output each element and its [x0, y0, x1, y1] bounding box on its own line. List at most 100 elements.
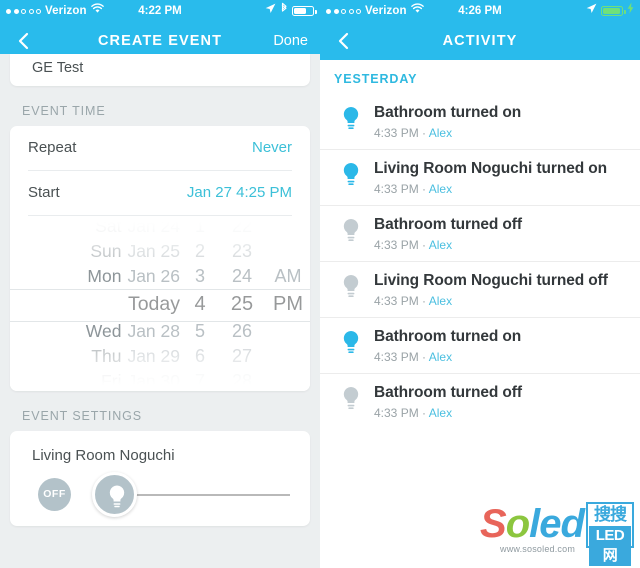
watermark-url: www.sosoled.com — [500, 544, 576, 554]
picker-column-hour[interactable]: 1 2 3 4 5 6 7 — [184, 216, 216, 391]
activity-title: Bathroom turned off — [374, 384, 522, 401]
activity-meta: 4:33 PM · Alex — [374, 238, 626, 252]
power-off-button[interactable]: OFF — [38, 478, 71, 511]
brightness-slider-knob[interactable] — [92, 472, 137, 517]
picker-selected-date[interactable]: Today — [20, 289, 180, 319]
picker-option-minute[interactable]: 26 — [222, 319, 262, 344]
watermark-wordmark: Soled — [480, 502, 585, 546]
lightbulb-icon — [340, 274, 362, 300]
activity-day-header: YESTERDAY — [334, 72, 418, 86]
picker-option-minute[interactable]: 28 — [222, 369, 262, 392]
picker-option-hour[interactable]: 2 — [184, 239, 216, 264]
list-item[interactable]: Bathroom turned off 4:33 PM · Alex — [320, 373, 640, 429]
activity-meta: 4:33 PM · Alex — [374, 406, 626, 420]
picker-option-hour[interactable]: 7 — [184, 369, 216, 392]
battery-fill — [603, 8, 620, 14]
repeat-label: Repeat — [28, 139, 77, 156]
datetime-picker[interactable]: Sat Jan 24 Sun Jan 25 Mon Jan 26 Today Wed J… — [10, 216, 310, 391]
activity-user[interactable]: Alex — [429, 350, 452, 364]
picker-option-date[interactable]: Wed Jan 28 — [20, 319, 180, 344]
picker-column-ampm[interactable]: AM PM — [266, 216, 310, 391]
picker-option-date[interactable]: Sat Jan 24 — [20, 216, 180, 239]
meta-separator: · — [418, 406, 429, 420]
page-title: ACTIVITY — [442, 33, 518, 49]
activity-user[interactable]: Alex — [429, 238, 452, 252]
picker-option-ampm[interactable] — [266, 319, 310, 343]
watermark-badge: 搜搜 LED网 — [586, 502, 634, 566]
picker-option-ampm[interactable] — [266, 367, 310, 391]
picker-option-hour[interactable]: 5 — [184, 319, 216, 344]
meta-separator: · — [418, 182, 429, 196]
activity-time: 4:33 PM — [374, 406, 419, 420]
lightbulb-icon — [109, 485, 125, 508]
activity-title: Living Room Noguchi turned off — [374, 272, 608, 289]
activity-time: 4:33 PM — [374, 238, 419, 252]
picker-option-date[interactable]: Mon Jan 26 — [20, 264, 180, 289]
list-item[interactable]: Bathroom turned on 4:33 PM · Alex — [320, 317, 640, 373]
activity-meta: 4:33 PM · Alex — [374, 126, 626, 140]
activity-time: 4:33 PM — [374, 294, 419, 308]
picker-option-date[interactable]: Sun Jan 25 — [20, 239, 180, 264]
create-event-body: GE Test EVENT TIME Repeat Never Start Ja… — [0, 54, 320, 562]
picker-option-minute[interactable]: 23 — [222, 239, 262, 264]
meta-separator: · — [418, 238, 429, 252]
picker-option-ampm[interactable] — [266, 343, 310, 367]
event-name-card[interactable]: GE Test — [10, 54, 310, 86]
nav-bar-activity: ACTIVITY — [320, 22, 640, 60]
picker-option-date[interactable]: Thu Jan 29 — [20, 344, 180, 369]
battery-icon — [292, 6, 317, 16]
list-item[interactable]: Bathroom turned on 4:33 PM · Alex — [320, 94, 640, 149]
picker-selected-minute[interactable]: 25 — [222, 289, 262, 319]
picker-selected-ampm[interactable]: PM — [266, 289, 310, 319]
watermark-cn-top: 搜搜 — [594, 505, 627, 524]
repeat-value: Never — [251, 139, 292, 156]
watermark-letters-led: led — [529, 502, 585, 546]
status-bar-right-group — [586, 0, 634, 22]
device-name-label: Living Room Noguchi — [32, 447, 175, 464]
activity-list[interactable]: YESTERDAY Bathroom turned on 4:33 PM · A… — [320, 60, 640, 568]
brightness-slider-track[interactable] — [128, 494, 290, 496]
watermark-letter-s: S — [480, 502, 507, 546]
repeat-row[interactable]: Repeat Never — [28, 126, 292, 171]
screenshot-root: Verizon 4:22 PM CREATE EVENT Done GE Tes… — [0, 0, 640, 568]
list-item[interactable]: Living Room Noguchi turned off 4:33 PM ·… — [320, 261, 640, 317]
picker-column-date[interactable]: Sat Jan 24 Sun Jan 25 Mon Jan 26 Today Wed J… — [20, 216, 180, 391]
brightness-slider-row[interactable]: OFF — [28, 464, 292, 526]
activity-meta: 4:33 PM · Alex — [374, 294, 626, 308]
picker-option-minute[interactable]: 27 — [222, 344, 262, 369]
meta-separator: · — [418, 350, 429, 364]
picker-option-minute[interactable]: 24 — [222, 264, 262, 289]
activity-user[interactable]: Alex — [429, 406, 452, 420]
event-time-section-label: EVENT TIME — [22, 104, 106, 118]
picker-option-minute[interactable]: 22 — [222, 216, 262, 239]
activity-user[interactable]: Alex — [429, 126, 452, 140]
picker-column-minute[interactable]: 22 23 24 25 26 27 28 — [222, 216, 262, 391]
picker-option-ampm[interactable] — [266, 216, 310, 240]
picker-option-date[interactable]: Fri Jan 30 — [20, 369, 180, 392]
battery-icon — [601, 6, 626, 16]
lightning-bolt-icon — [627, 0, 634, 22]
list-item[interactable]: Living Room Noguchi turned on 4:33 PM · … — [320, 149, 640, 205]
activity-title: Bathroom turned on — [374, 104, 522, 121]
activity-time: 4:33 PM — [374, 182, 419, 196]
lightbulb-icon — [340, 162, 362, 188]
picker-option-ampm[interactable]: AM — [266, 264, 310, 289]
activity-time: 4:33 PM — [374, 350, 419, 364]
lightbulb-icon — [340, 106, 362, 132]
activity-user[interactable]: Alex — [429, 294, 452, 308]
picker-option-hour[interactable]: 1 — [184, 216, 216, 239]
event-settings-section-label: EVENT SETTINGS — [22, 409, 143, 423]
battery-fill — [294, 8, 306, 14]
activity-user[interactable]: Alex — [429, 182, 452, 196]
start-row[interactable]: Start Jan 27 4:25 PM — [28, 171, 292, 216]
picker-option-hour[interactable]: 3 — [184, 264, 216, 289]
status-bar-left: Verizon 4:22 PM — [0, 0, 320, 22]
bluetooth-icon — [280, 0, 288, 22]
picker-option-ampm[interactable] — [266, 240, 310, 264]
list-item[interactable]: Bathroom turned off 4:33 PM · Alex — [320, 205, 640, 261]
watermark-sosoled: Soled www.sosoled.com 搜搜 LED网 — [478, 494, 638, 566]
activity-meta: 4:33 PM · Alex — [374, 350, 626, 364]
picker-option-hour[interactable]: 6 — [184, 344, 216, 369]
lightbulb-icon — [340, 386, 362, 412]
picker-selected-hour[interactable]: 4 — [184, 289, 216, 319]
